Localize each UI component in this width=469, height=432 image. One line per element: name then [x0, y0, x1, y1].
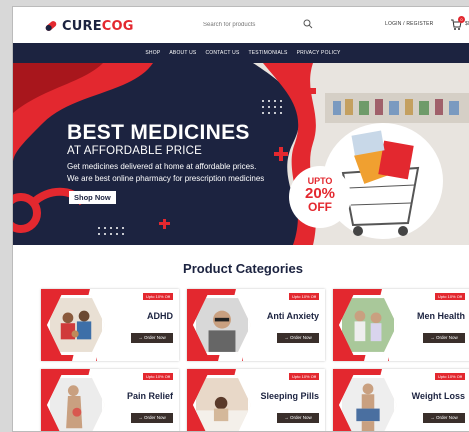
- shop-now-button[interactable]: Shop Now: [69, 191, 116, 204]
- back-pain-image-icon: [50, 378, 102, 431]
- category-name: Sleeping Pills: [260, 391, 319, 401]
- category-card-men-health[interactable]: Upto 10% Off Men Health → Order Now: [333, 289, 469, 361]
- cart-count-badge: 0: [458, 16, 465, 23]
- category-card-anti-anxiety[interactable]: Upto 10% Off Anti Anxiety → Order Now: [187, 289, 325, 361]
- nav-shop[interactable]: SHOP: [145, 50, 160, 56]
- order-now-button[interactable]: → Order Now: [277, 333, 319, 343]
- discount-tag: Upto 10% Off: [435, 293, 465, 300]
- order-now-button[interactable]: → Order Now: [131, 413, 173, 423]
- site-logo[interactable]: CURE COG: [43, 18, 134, 34]
- category-card-weight-loss[interactable]: Upto 10% Off Weight Loss → Order Now: [333, 369, 469, 431]
- category-name: Men Health: [416, 311, 465, 321]
- sleepless-woman-image-icon: [196, 378, 248, 431]
- categories-heading: Product Categories: [183, 261, 303, 276]
- discount-badge: UPTO 20% OFF: [289, 166, 351, 228]
- cart-amount: $0: [465, 21, 469, 27]
- site-header: CURECOG LOGIN / REGISTER 0 $0: [13, 7, 469, 43]
- category-card-sleeping-pills[interactable]: Upto 10% Off Sleeping Pills → Order Now: [187, 369, 325, 431]
- weight-loss-image-icon: [342, 378, 394, 431]
- hero-subtitle: AT AFFORDABLE PRICE: [67, 145, 203, 157]
- hero-banner: BEST MEDICINES AT AFFORDABLE PRICE Get m…: [13, 63, 469, 245]
- nav-contact-us[interactable]: CONTACT US: [205, 50, 239, 56]
- man-glasses-image-icon: [196, 298, 248, 352]
- nav-privacy-policy[interactable]: PRIVACY POLICY: [297, 50, 341, 56]
- discount-tag: Upto 10% Off: [143, 373, 173, 380]
- logo-text-cog: COG: [101, 18, 134, 34]
- couple-image-icon: [342, 298, 394, 352]
- hero-desc-line-2: We are best online pharmacy for prescrip…: [67, 174, 265, 183]
- nav-about-us[interactable]: ABOUT US: [169, 50, 196, 56]
- discount-tag: Upto 10% Off: [143, 293, 173, 300]
- login-register-link[interactable]: LOGIN / REGISTER: [385, 21, 434, 27]
- category-name: Anti Anxiety: [266, 311, 319, 321]
- nav-testimonials[interactable]: TESTIMONIALS: [249, 50, 288, 56]
- discount-tag: Upto 10% Off: [289, 373, 319, 380]
- discount-tag: Upto 10% Off: [289, 293, 319, 300]
- order-now-button[interactable]: → Order Now: [131, 333, 173, 343]
- discount-tag: Upto 10% Off: [435, 373, 465, 380]
- browser-page: CURECOG LOGIN / REGISTER 0 $0 SHOP ABOUT…: [12, 6, 469, 432]
- search-icon[interactable]: [303, 19, 313, 29]
- logo-text-cure: CURE: [62, 18, 102, 34]
- category-name: ADHD: [147, 311, 173, 321]
- badge-off: OFF: [308, 200, 332, 214]
- hero-desc-line-1: Get medicines delivered at home at affor…: [67, 162, 257, 171]
- hero-title: BEST MEDICINES: [67, 121, 250, 144]
- order-now-button[interactable]: → Order Now: [423, 333, 465, 343]
- capsule-logo-icon: [45, 21, 57, 31]
- hero-description: Get medicines delivered at home at affor…: [67, 161, 307, 185]
- order-now-button[interactable]: → Order Now: [423, 413, 465, 423]
- category-name: Weight Loss: [411, 391, 465, 401]
- order-now-button[interactable]: → Order Now: [277, 413, 319, 423]
- category-name: Pain Relief: [126, 391, 173, 401]
- family-image-icon: [50, 298, 102, 352]
- category-card-adhd[interactable]: Upto 10% Off ADHD → Order Now: [41, 289, 179, 361]
- badge-percent: 20%: [304, 185, 336, 202]
- main-nav: SHOP ABOUT US CONTACT US TESTIMONIALS PR…: [13, 43, 469, 63]
- category-card-pain-relief[interactable]: Upto 10% Off Pain Relief → Order Now: [41, 369, 179, 431]
